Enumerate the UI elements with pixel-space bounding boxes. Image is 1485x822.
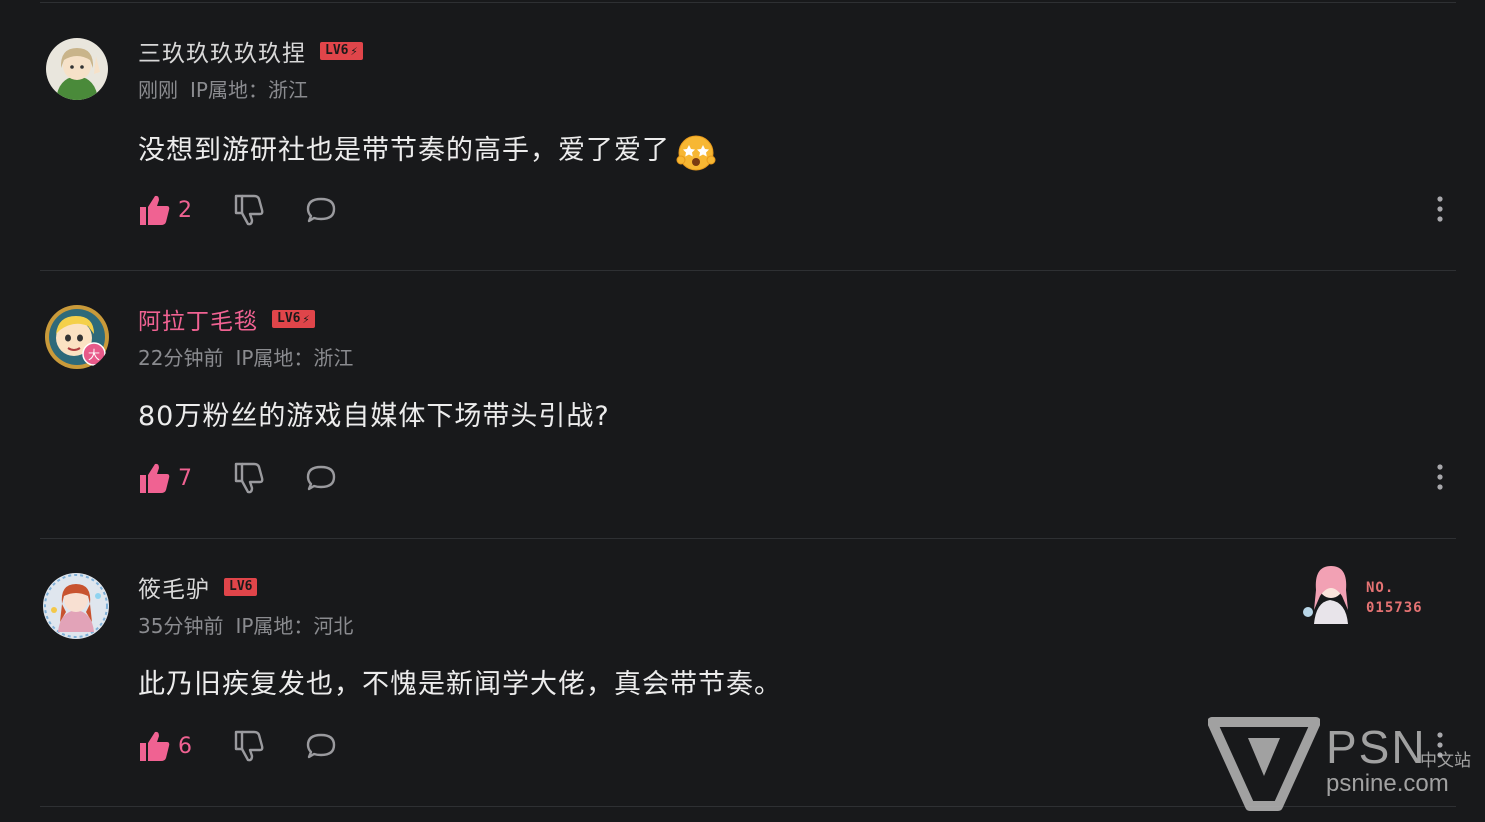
level-badge: LV6 ⚡	[272, 310, 315, 328]
user-header: 阿拉丁毛毯 LV6 ⚡	[138, 302, 315, 336]
like-count: 7	[178, 465, 192, 491]
thumbs-down-icon	[234, 462, 264, 494]
comment-body: 80万粉丝的游戏自媒体下场带头引战?	[138, 401, 610, 432]
like-button[interactable]: 6	[138, 729, 194, 763]
thumbs-up-icon	[140, 195, 170, 225]
comment-meta: 22分钟前 IP属地：浙江	[138, 342, 353, 371]
more-options-button[interactable]	[1433, 462, 1447, 492]
ip-location: IP属地：浙江	[235, 346, 354, 370]
like-count: 2	[178, 197, 192, 223]
psnine-watermark: PSN 中文站 psnine.com	[1208, 716, 1478, 816]
reply-button[interactable]	[304, 193, 338, 227]
user-avatar[interactable]	[42, 572, 110, 640]
watermark-subtitle: 中文站	[1420, 751, 1471, 771]
thumbs-up-icon	[140, 731, 170, 761]
level-text: LV6	[229, 579, 253, 594]
like-button[interactable]: 2	[138, 193, 194, 227]
comment-body: 此乃旧疾复发也，不愧是新闻学大佬，真会带节奏。	[138, 669, 782, 700]
star-eyes-emoji-icon	[676, 132, 716, 172]
reply-button[interactable]	[304, 729, 338, 763]
ip-location: IP属地：浙江	[190, 78, 308, 102]
comment-body: 没想到游研社也是带节奏的高手，爱了爱了	[138, 135, 670, 166]
timestamp: 22分钟前	[138, 346, 224, 370]
username[interactable]: 筱毛驴	[138, 570, 210, 604]
watermark-url: psnine.com	[1326, 770, 1449, 797]
comment-item: 大 阿拉丁毛毯 LV6 ⚡ 22分钟前 IP属地：浙江 80万粉丝的游戏自媒体下场…	[0, 268, 1485, 536]
reply-button[interactable]	[304, 461, 338, 495]
user-avatar[interactable]	[46, 38, 108, 100]
comment-meta: 35分钟前 IP属地：河北	[138, 610, 353, 639]
username[interactable]: 三玖玖玖玖玖捏	[138, 34, 306, 68]
level-badge: LV6	[224, 578, 258, 596]
thumbs-up-icon	[140, 463, 170, 493]
comment-text: 80万粉丝的游戏自媒体下场带头引战?	[138, 394, 610, 433]
user-avatar[interactable]: 大	[44, 304, 110, 370]
dislike-button[interactable]	[232, 729, 266, 763]
user-header: 三玖玖玖玖玖捏 LV6 ⚡	[138, 34, 363, 68]
comment-item: 三玖玖玖玖玖捏 LV6 ⚡ 刚刚 IP属地：浙江 没想到游研社也是带节奏的高手，爱…	[0, 0, 1485, 268]
comment-text: 此乃旧疾复发也，不愧是新闻学大佬，真会带节奏。	[138, 662, 782, 701]
badge-number: NO. 015736	[1366, 578, 1423, 618]
badge-line1: NO.	[1366, 580, 1395, 596]
user-header: 筱毛驴 LV6	[138, 570, 258, 604]
level-badge: LV6 ⚡	[320, 42, 363, 60]
more-vertical-icon	[1437, 464, 1443, 490]
username[interactable]: 阿拉丁毛毯	[138, 302, 258, 336]
timestamp: 35分钟前	[138, 614, 224, 638]
thumbs-down-icon	[234, 730, 264, 762]
avatar-badge: 大	[88, 348, 100, 362]
badge-line2: 015736	[1366, 600, 1423, 616]
timestamp: 刚刚	[138, 78, 178, 102]
psnine-logo-icon	[1208, 717, 1320, 811]
comment-bubble-icon	[306, 465, 336, 491]
watermark-brand: PSN	[1326, 721, 1427, 773]
comment-actions: 7	[138, 458, 376, 498]
badge-character-icon	[1300, 560, 1362, 624]
like-button[interactable]: 7	[138, 461, 194, 495]
bolt-icon: ⚡	[302, 312, 310, 326]
dislike-button[interactable]	[232, 193, 266, 227]
fan-number-badge[interactable]: NO. 015736	[1300, 560, 1440, 624]
thumbs-down-icon	[234, 194, 264, 226]
comment-text: 没想到游研社也是带节奏的高手，爱了爱了	[138, 128, 716, 172]
ip-location: IP属地：河北	[235, 614, 354, 638]
bolt-icon: ⚡	[350, 44, 358, 58]
like-count: 6	[178, 733, 192, 759]
comment-bubble-icon	[306, 733, 336, 759]
more-vertical-icon	[1437, 196, 1443, 222]
comment-actions: 2	[138, 190, 376, 230]
comment-actions: 6	[138, 726, 376, 766]
level-text: LV6	[277, 311, 301, 326]
level-text: LV6	[325, 43, 349, 58]
dislike-button[interactable]	[232, 461, 266, 495]
more-options-button[interactable]	[1433, 194, 1447, 224]
comment-meta: 刚刚 IP属地：浙江	[138, 74, 308, 103]
comment-bubble-icon	[306, 197, 336, 223]
